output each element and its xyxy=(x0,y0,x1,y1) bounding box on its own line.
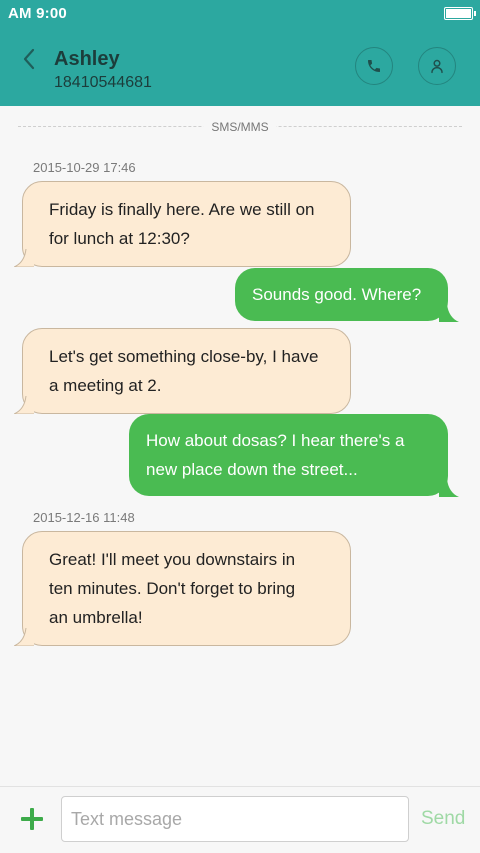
battery-full-icon xyxy=(444,7,476,20)
message-line: Great! I'll meet you downstairs in xyxy=(49,550,296,569)
message-line: for lunch at 12:30? xyxy=(49,229,190,248)
message-line: new place down the street... xyxy=(146,460,358,479)
plus-icon[interactable] xyxy=(20,807,44,831)
bubble-tail xyxy=(14,249,34,267)
outgoing-message-bubble[interactable]: How about dosas? I hear there's a new pl… xyxy=(129,414,459,497)
bubble-tail xyxy=(439,304,459,322)
message-line: an umbrella! xyxy=(49,608,143,627)
bubble-tail xyxy=(14,396,34,414)
phone-icon xyxy=(368,60,380,72)
bubble-tail xyxy=(14,628,34,646)
status-bar: AM 9:00 xyxy=(0,0,480,28)
contact-number: 18410544681 xyxy=(54,74,152,91)
conversation-header: Ashley 18410544681 xyxy=(0,28,480,106)
person-icon xyxy=(431,59,443,74)
message-input[interactable] xyxy=(61,796,409,842)
back-chevron-icon[interactable] xyxy=(18,46,42,72)
outgoing-message-bubble[interactable]: Sounds good. Where? xyxy=(235,268,459,322)
message-line: Friday is finally here. Are we still on xyxy=(49,200,315,219)
incoming-message-bubble[interactable]: Let's get something close-by, I have a m… xyxy=(14,328,351,414)
message-timestamp: 2015-12-16 11:48 xyxy=(33,510,135,525)
incoming-message-bubble[interactable]: Great! I'll meet you downstairs in ten m… xyxy=(14,531,351,646)
bubble-tail xyxy=(439,479,459,497)
incoming-message-bubble[interactable]: Friday is finally here. Are we still on … xyxy=(14,181,351,267)
message-line: a meeting at 2. xyxy=(49,376,162,395)
message-line: How about dosas? I hear there's a xyxy=(146,431,405,450)
message-timestamp: 2015-10-29 17:46 xyxy=(33,160,136,175)
call-button[interactable] xyxy=(355,47,393,85)
contact-info-button[interactable] xyxy=(418,47,456,85)
channel-label: SMS/MMS xyxy=(203,120,277,134)
channel-divider: SMS/MMS xyxy=(18,120,462,134)
status-time: AM 9:00 xyxy=(8,5,67,22)
send-button[interactable]: Send xyxy=(421,808,465,830)
message-composer: Send xyxy=(0,786,480,853)
message-line: Sounds good. Where? xyxy=(252,285,422,304)
message-line: Let's get something close-by, I have xyxy=(49,347,319,366)
contact-name: Ashley xyxy=(54,48,120,70)
message-line: ten minutes. Don't forget to bring xyxy=(49,579,296,598)
